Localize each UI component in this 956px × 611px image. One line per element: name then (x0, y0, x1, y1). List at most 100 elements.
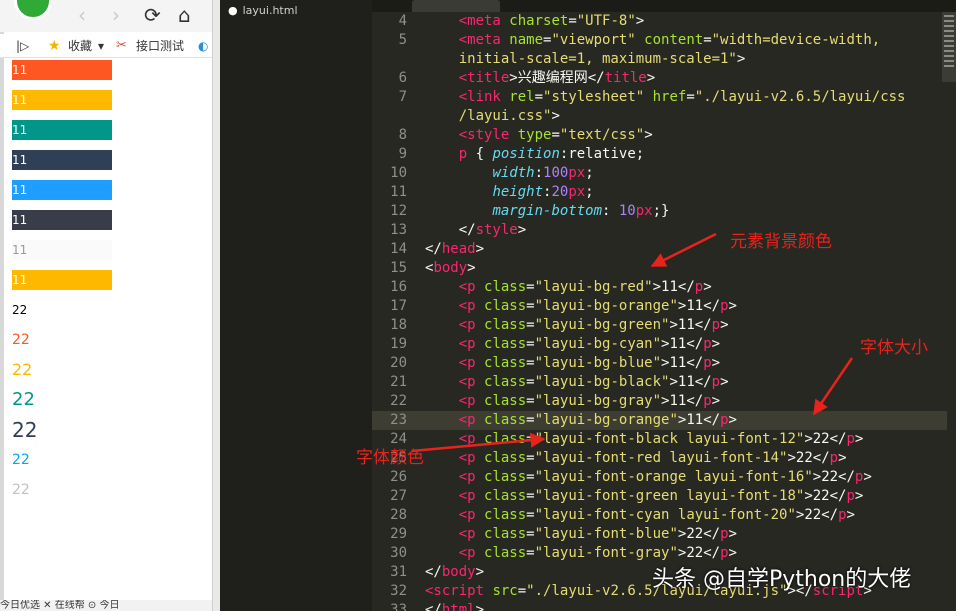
code-token: "layui-font-black layui-font-12" (534, 431, 805, 447)
back-arrow-icon[interactable]: ‹ (78, 3, 86, 27)
code-line[interactable]: 30 <p class="layui-font-gray">22</p> (372, 544, 947, 563)
forward-arrow-icon[interactable]: › (112, 3, 120, 27)
code-token: = (526, 431, 535, 447)
code-token: /layui.css" (425, 108, 552, 124)
favorites-menu[interactable]: 收藏 (68, 34, 92, 58)
chevron-down-icon[interactable]: ▾ (98, 34, 104, 58)
line-number: 24 (390, 431, 407, 447)
code-token: = (526, 488, 535, 504)
browser-extension-icon[interactable]: ◐ (198, 34, 208, 58)
code-line[interactable]: 28 <p class="layui-font-cyan layui-font-… (372, 506, 947, 525)
code-line[interactable]: 13 </style> (372, 221, 947, 240)
code-token: <p (458, 526, 485, 542)
editor-sidebar: ● layui.html (220, 0, 372, 611)
code-token: = (517, 583, 527, 599)
code-token: <script (425, 583, 493, 599)
bg-paragraph: 11 (12, 210, 112, 230)
open-file-item[interactable]: ● layui.html (228, 2, 298, 20)
code-line[interactable]: 17 <p class="layui-bg-orange">11</p> (372, 297, 947, 316)
code-line[interactable]: 22 <p class="layui-bg-gray">11</p> (372, 392, 947, 411)
active-editor-tab[interactable] (412, 0, 500, 12)
sidebar-toggle-icon[interactable]: |▷ (16, 34, 29, 58)
code-token: <link (458, 89, 510, 105)
font-paragraph: 22 (12, 389, 35, 410)
code-line[interactable]: 24 <p class="layui-font-black layui-font… (372, 430, 947, 449)
line-number: 17 (390, 298, 407, 314)
code-line[interactable]: 9 p { position:relative; (372, 145, 947, 164)
code-token: > (863, 469, 872, 485)
code-line[interactable]: 27 <p class="layui-font-green layui-font… (372, 487, 947, 506)
code-line[interactable]: 8 <style type="text/css"> (372, 126, 947, 145)
code-token: "layui-bg-green" (534, 317, 670, 333)
line-number: 5 (398, 32, 407, 48)
code-text: <p class="layui-bg-red">11</p> (425, 278, 712, 297)
code-line[interactable]: 12 margin-bottom: 10px;} (372, 202, 947, 221)
browser-window: ‹ › ⟳ ⌂ |▷ ★ 收藏 ▾ ✂ 接口测试 ◐ 11 11 11 11 11 11 1… (0, 0, 220, 611)
code-line[interactable]: 29 <p class="layui-font-blue">22</p> (372, 525, 947, 544)
code-text: <p class="layui-bg-black">11</p> (425, 373, 729, 392)
code-line[interactable]: 7 <link rel="stylesheet" href="./layui-v… (372, 88, 947, 107)
code-line[interactable]: 14 </head> (372, 240, 947, 259)
code-token: title (604, 70, 647, 86)
code-token: >11</ (669, 317, 712, 333)
code-line[interactable]: 26 <p class="layui-font-orange layui-fon… (372, 468, 947, 487)
code-token: p (711, 374, 721, 390)
code-token: <p (458, 507, 485, 523)
code-token: > (720, 374, 729, 390)
bookmarks-bar: |▷ ★ 收藏 ▾ ✂ 接口测试 ◐ (0, 34, 212, 58)
code-line[interactable]: 23 <p class="layui-bg-orange">11</p> (372, 411, 947, 430)
editor-minimap[interactable] (942, 12, 956, 82)
code-line[interactable]: 21 <p class="layui-bg-black">11</p> (372, 373, 947, 392)
code-text: /layui.css"> (425, 107, 560, 126)
code-token: <p (458, 412, 485, 428)
code-line[interactable]: /layui.css"> (372, 107, 947, 126)
code-token: = (526, 336, 535, 352)
code-token: 20 (551, 184, 569, 200)
code-line[interactable]: 33 </html> (372, 601, 947, 611)
font-paragraph: 22 (12, 452, 30, 468)
refresh-icon[interactable]: ⟳ (144, 3, 161, 27)
code-token: > (703, 279, 712, 295)
code-token: px (568, 184, 586, 200)
code-line[interactable]: 16 <p class="layui-bg-red">11</p> (372, 278, 947, 297)
code-token: = (526, 412, 535, 428)
code-token: "layui-font-green layui-font-18" (534, 488, 805, 504)
code-line[interactable]: initial-scale=1, maximum-scale=1"> (372, 50, 947, 69)
code-line[interactable]: 6 <title>兴趣编程网</title> (372, 69, 947, 88)
code-line[interactable]: 25 <p class="layui-font-red layui-font-1… (372, 449, 947, 468)
home-icon[interactable]: ⌂ (178, 3, 191, 27)
code-line[interactable]: 15 <body> (372, 259, 947, 278)
code-token: charset (509, 13, 569, 29)
code-text: height:20px; (425, 183, 593, 202)
line-number: 31 (390, 564, 407, 580)
code-token: > (728, 545, 737, 561)
code-text: <meta name="viewport" content="width=dev… (425, 31, 880, 50)
line-number: 23 (390, 412, 407, 428)
browser-scrollbar[interactable] (212, 0, 220, 611)
code-token: "layui-bg-blue" (534, 355, 662, 371)
code-token: <p (458, 279, 485, 295)
code-line[interactable]: 11 height:20px; (372, 183, 947, 202)
code-token: class (484, 507, 527, 523)
code-line[interactable]: 10 width:100px; (372, 164, 947, 183)
code-line[interactable]: 4 <meta charset="UTF-8"> (372, 12, 947, 31)
bookmark-api-test[interactable]: 接口测试 (136, 34, 184, 58)
code-token: "layui-bg-orange" (534, 412, 678, 428)
code-token: margin-bottom (492, 203, 603, 219)
code-token: = (526, 298, 535, 314)
modified-dot-icon: ● (228, 4, 238, 17)
code-text: </style> (425, 221, 526, 240)
code-line[interactable]: 5 <meta name="viewport" content="width=d… (372, 31, 947, 50)
line-number: 29 (390, 526, 407, 542)
code-area[interactable]: 4 <meta charset="UTF-8"> 5 <meta name="vi… (372, 12, 947, 611)
code-token: > (711, 336, 721, 352)
code-line[interactable]: 18 <p class="layui-bg-green">11</p> (372, 316, 947, 335)
code-token: > (728, 298, 737, 314)
code-text: <p class="layui-bg-cyan">11</p> (425, 335, 720, 354)
